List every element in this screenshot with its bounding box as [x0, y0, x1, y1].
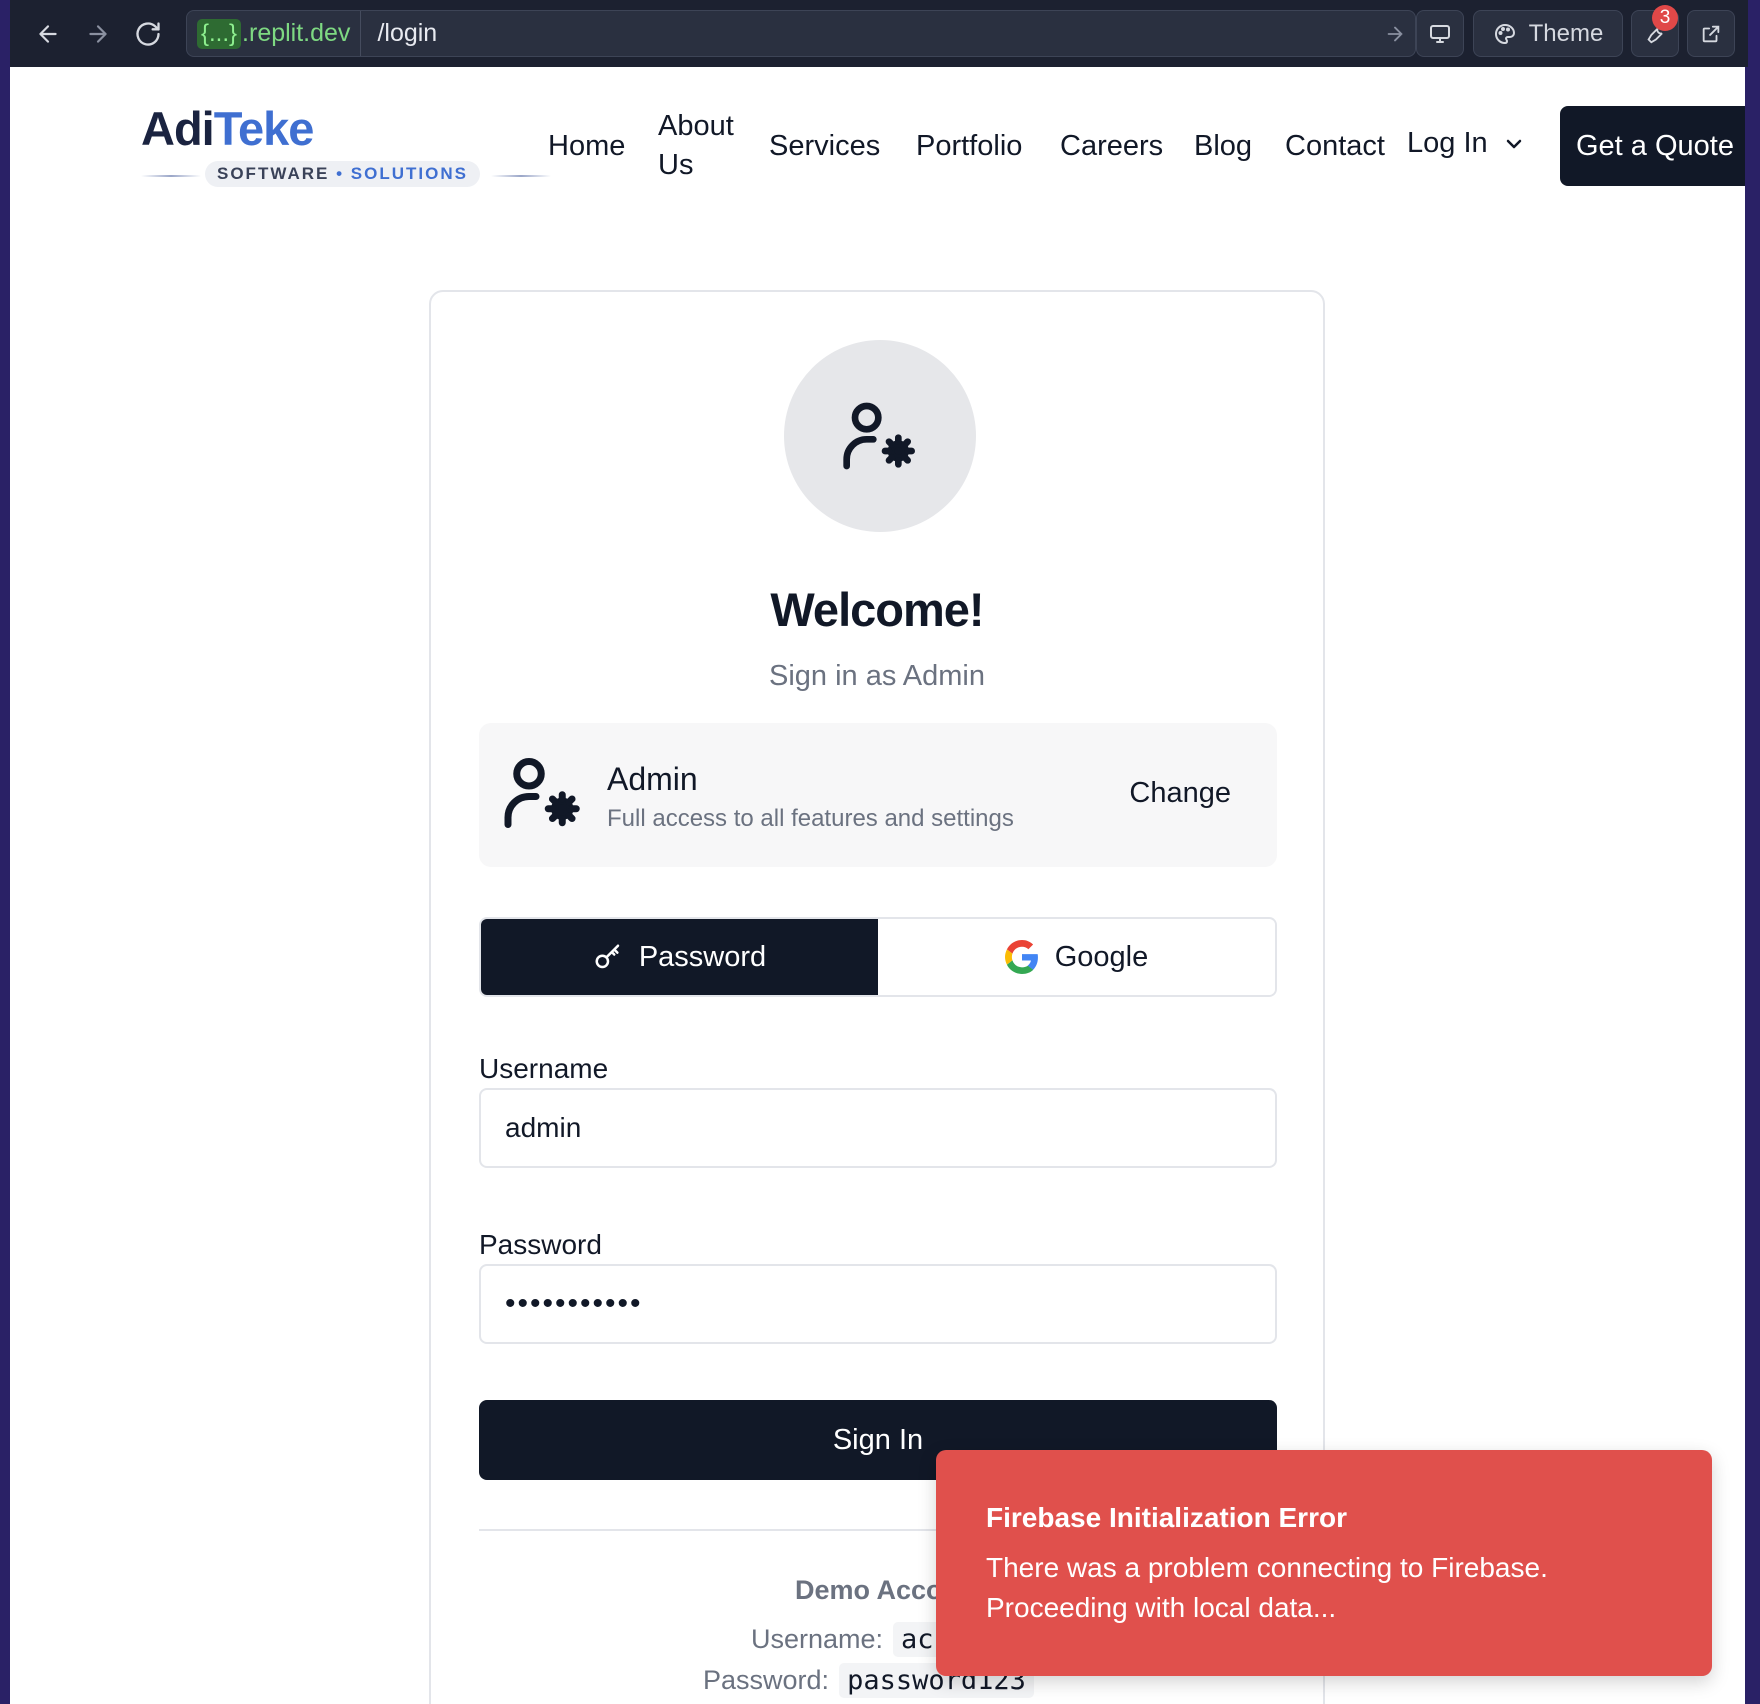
tab-password[interactable]: Password [481, 919, 878, 995]
change-role-button[interactable]: Change [1129, 777, 1231, 810]
username-field[interactable]: admin [479, 1088, 1277, 1168]
reload-button[interactable] [128, 14, 168, 54]
theme-button[interactable]: Theme [1473, 10, 1623, 57]
url-host-text: .replit.dev [242, 19, 351, 47]
welcome-title: Welcome! [770, 583, 984, 636]
selected-role-panel: Admin Full access to all features and se… [479, 723, 1277, 867]
role-name: Admin [607, 761, 698, 797]
nav-about-line2: Us [658, 149, 694, 182]
external-link-icon [1702, 25, 1720, 42]
password-label: Password [479, 1229, 602, 1260]
demo-username-row: Username: ac [751, 1622, 942, 1657]
password-field[interactable]: ••••••••••• [479, 1264, 1277, 1344]
username-label: Username [479, 1053, 609, 1084]
demo-username-value: ac [893, 1622, 942, 1657]
user-cog-icon [843, 402, 915, 470]
site-header: AdiTeke SOFTWARE • SOLUTIONS Home About … [10, 67, 1745, 207]
address-bar[interactable]: {...} .replit.dev /login [186, 10, 1416, 57]
logo-line-left [141, 175, 201, 177]
error-toast[interactable]: Firebase Initialization Error There was … [936, 1450, 1712, 1676]
tab-password-label: Password [638, 940, 767, 973]
chevron-down-icon [1506, 139, 1521, 148]
nav-about[interactable]: About Us [658, 107, 734, 185]
tab-google[interactable]: Google [878, 919, 1275, 995]
admin-avatar [784, 340, 976, 532]
url-host: {...} .replit.dev [187, 11, 362, 56]
logo-tagline-1: SOFTWARE [217, 164, 330, 183]
demo-username-label: Username: [751, 1624, 884, 1654]
url-host-badge: {...} [197, 18, 242, 49]
monitor-icon [1430, 24, 1450, 43]
username-value: admin [505, 1112, 582, 1143]
notification-badge: 3 [1652, 5, 1678, 31]
logo-tagline: SOFTWARE • SOLUTIONS [205, 161, 480, 187]
device-preview-button[interactable] [1416, 10, 1464, 57]
logo-line-right [491, 175, 551, 177]
logo-wordmark: AdiTeke [141, 102, 315, 155]
logo-tagline-2: SOLUTIONS [350, 164, 468, 183]
logo-part1: Adi [141, 102, 215, 155]
back-button[interactable] [28, 14, 68, 54]
go-button[interactable] [1375, 23, 1415, 45]
logo[interactable]: AdiTeke SOFTWARE • SOLUTIONS [141, 102, 551, 187]
theme-label: Theme [1528, 19, 1604, 47]
devtools-button[interactable]: 3 [1631, 5, 1679, 57]
demo-password-label: Password: [703, 1665, 830, 1695]
url-path[interactable]: /login [361, 19, 1375, 48]
browser-toolbar: {...} .replit.dev /login Theme 3 [10, 0, 1748, 67]
arrow-right-icon [1387, 26, 1403, 41]
arrow-right-icon [89, 25, 107, 43]
welcome-subtitle: Sign in as Admin [768, 660, 985, 692]
password-value: ••••••••••• [505, 1287, 643, 1320]
login-dropdown[interactable]: Log In [1407, 127, 1526, 160]
open-external-button[interactable] [1687, 10, 1735, 57]
role-icon-wrap [501, 751, 585, 840]
palette-icon [1494, 23, 1515, 44]
logo-part2: Teke [213, 102, 315, 155]
nav-contact[interactable]: Contact [1285, 127, 1385, 166]
google-icon [1004, 940, 1038, 974]
nav-careers[interactable]: Careers [1060, 127, 1163, 166]
role-description: Full access to all features and settings [607, 805, 1014, 832]
key-icon [595, 944, 620, 969]
nav-about-line1: About [658, 110, 734, 142]
toast-message: There was a problem connecting to Fireba… [986, 1552, 1548, 1623]
toast-title: Firebase Initialization Error [986, 1502, 1347, 1533]
user-cog-icon [504, 758, 580, 828]
nav-blog[interactable]: Blog [1194, 127, 1252, 166]
nav-portfolio[interactable]: Portfolio [916, 127, 1022, 166]
arrow-left-icon [39, 25, 57, 43]
tab-google-label: Google [1054, 940, 1149, 973]
login-label: Log In [1407, 127, 1488, 159]
nav-home[interactable]: Home [548, 127, 625, 166]
nav-services[interactable]: Services [769, 127, 880, 166]
reload-icon [136, 22, 160, 46]
auth-method-tabs: Password Google [479, 917, 1277, 997]
logo-tagline-dot: • [336, 164, 345, 183]
get-quote-button[interactable]: Get a Quote [1560, 106, 1745, 186]
forward-button[interactable] [78, 14, 118, 54]
